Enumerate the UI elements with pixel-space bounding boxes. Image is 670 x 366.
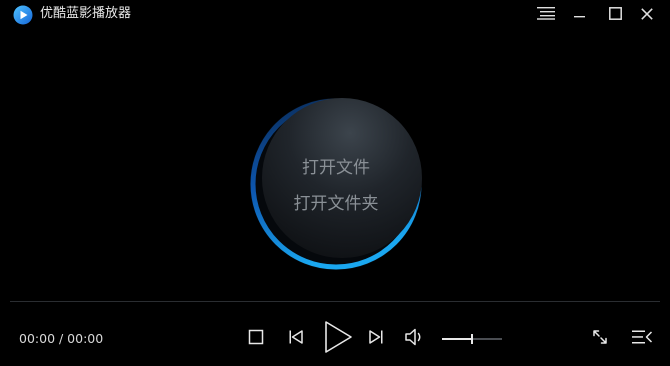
previous-track-icon — [288, 329, 304, 349]
volume-knob[interactable] — [471, 334, 473, 344]
volume-fill — [442, 338, 472, 340]
maximize-button[interactable] — [604, 3, 626, 25]
open-folder-link[interactable]: 打开文件夹 — [248, 193, 424, 215]
minimize-button[interactable] — [569, 3, 591, 25]
volume-icon — [404, 327, 426, 351]
title-bar[interactable]: 优酷蓝影播放器 — [0, 0, 670, 30]
playlist-button[interactable] — [630, 328, 654, 350]
minimize-icon — [574, 5, 586, 24]
play-button[interactable] — [320, 320, 356, 358]
open-panel-ring — [250, 98, 422, 270]
seek-bar[interactable] — [10, 301, 660, 302]
volume-button[interactable] — [403, 327, 427, 351]
maximize-icon — [608, 5, 622, 24]
volume-slider[interactable] — [442, 331, 502, 347]
time-display: 00:00 / 00:00 — [19, 331, 104, 346]
menu-button[interactable] — [535, 3, 557, 25]
next-track-icon — [368, 329, 384, 349]
stop-button[interactable] — [245, 328, 267, 350]
playlist-icon — [631, 329, 653, 349]
menu-icon — [537, 5, 555, 24]
close-button[interactable] — [636, 3, 658, 25]
open-file-link[interactable]: 打开文件 — [248, 157, 424, 179]
window-title: 优酷蓝影播放器 — [40, 6, 132, 21]
play-icon — [323, 320, 353, 358]
player-window: 优酷蓝影播放器 打开文件 打开文件夹 00:00 / 00:00 — [0, 0, 670, 366]
previous-button[interactable] — [285, 328, 307, 350]
next-button[interactable] — [365, 328, 387, 350]
play-logo-icon — [13, 5, 33, 25]
open-media-panel: 打开文件 打开文件夹 — [248, 96, 424, 272]
close-icon — [641, 5, 653, 24]
fullscreen-icon — [592, 329, 608, 349]
stop-icon — [248, 329, 264, 349]
fullscreen-button[interactable] — [589, 328, 611, 350]
